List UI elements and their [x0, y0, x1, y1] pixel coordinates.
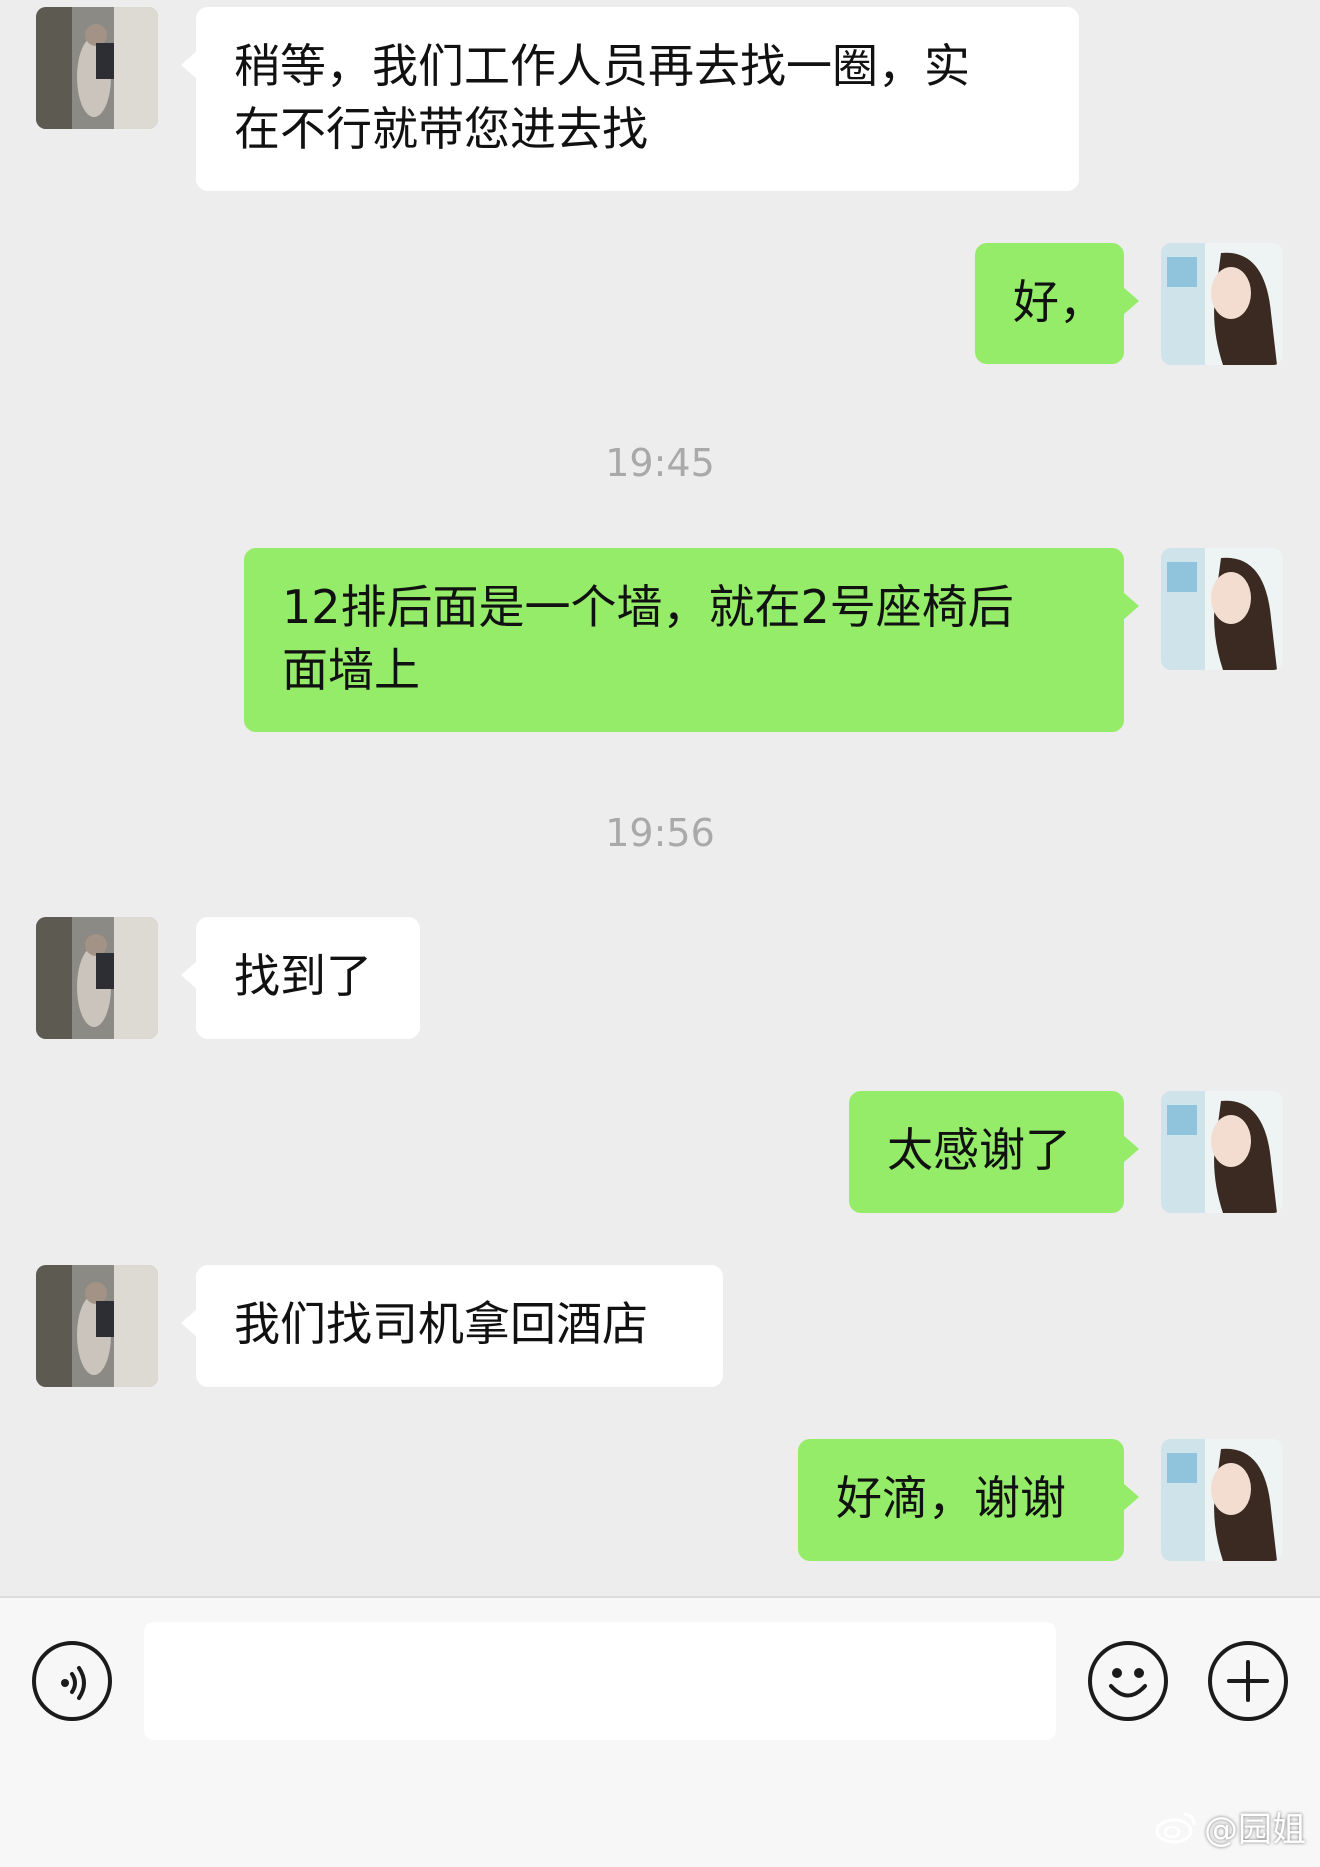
- message-bubble-outgoing[interactable]: 12排后面是一个墙，就在2号座椅后 面墙上: [244, 548, 1139, 732]
- input-bar: [0, 1596, 1320, 1867]
- contact-avatar[interactable]: [36, 917, 158, 1039]
- watermark: @园姐: [1154, 1802, 1306, 1851]
- message-line: 面墙上: [282, 643, 420, 697]
- message-input[interactable]: [144, 1622, 1056, 1740]
- contact-avatar[interactable]: [36, 1265, 158, 1387]
- message-line: 12排后面是一个墙，就在2号座椅后: [282, 580, 1014, 634]
- message-line: 在不行就带您进去找: [234, 102, 648, 156]
- emoji-icon[interactable]: [1088, 1641, 1168, 1721]
- contact-avatar[interactable]: [36, 7, 158, 129]
- watermark-text: @园姐: [1204, 1810, 1306, 1850]
- my-avatar[interactable]: [1161, 243, 1283, 365]
- message-line: 我们找司机拿回酒店: [234, 1297, 648, 1351]
- my-avatar[interactable]: [1161, 548, 1283, 670]
- message-bubble-outgoing[interactable]: 太感谢了: [849, 1091, 1139, 1213]
- message-line: 找到了: [234, 949, 372, 1003]
- message-line: 太感谢了: [887, 1123, 1071, 1177]
- message-line: 稍等，我们工作人员再去找一圈，实: [234, 39, 970, 93]
- message-bubble-incoming[interactable]: 我们找司机拿回酒店: [181, 1265, 723, 1387]
- my-avatar[interactable]: [1161, 1091, 1283, 1213]
- message-line: 好，: [1013, 275, 1105, 329]
- timestamp: 19:56: [605, 811, 715, 855]
- message-bubble-outgoing[interactable]: 好滴，谢谢: [798, 1439, 1139, 1561]
- message-bubble-incoming[interactable]: 稍等，我们工作人员再去找一圈，实 在不行就带您进去找: [181, 7, 1079, 191]
- timestamp: 19:45: [605, 441, 715, 485]
- weibo-icon: [1155, 1812, 1196, 1843]
- voice-icon[interactable]: [32, 1641, 112, 1721]
- message-bubble-outgoing[interactable]: 好，: [975, 243, 1139, 364]
- message-bubble-incoming[interactable]: 找到了: [181, 917, 420, 1039]
- message-line: 好滴，谢谢: [836, 1471, 1066, 1525]
- plus-icon[interactable]: [1208, 1641, 1288, 1721]
- my-avatar[interactable]: [1161, 1439, 1283, 1561]
